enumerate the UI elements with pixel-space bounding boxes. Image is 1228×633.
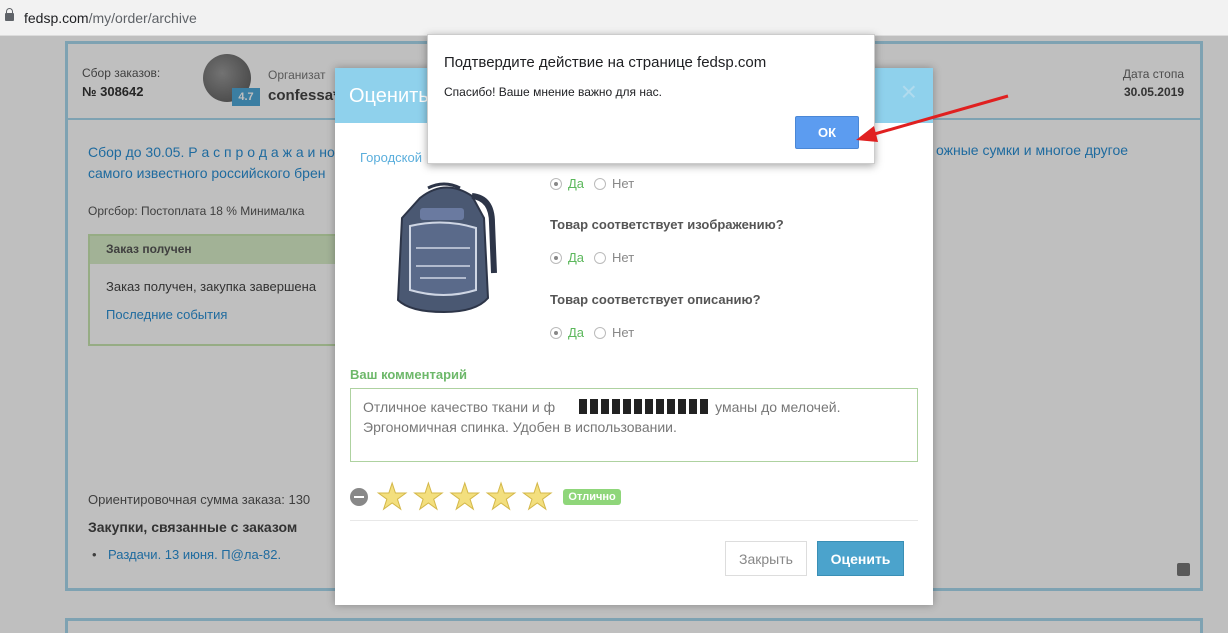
q3-yes-label: Да [568, 325, 585, 340]
radio-empty-icon [594, 251, 607, 264]
dialog-message: Спасибо! Ваше мнение важно для нас. [444, 85, 663, 99]
question-3: Товар соответствует описанию? Да Нет [550, 292, 761, 340]
redaction-mark [579, 399, 711, 414]
radio-checked-icon [550, 177, 562, 190]
dialog-title: Подтвердите действие на странице fedsp.c… [444, 54, 767, 71]
q2-no-label: Нет [612, 250, 635, 265]
star-icon[interactable]: ★ [484, 478, 517, 515]
rating-badge: Отлично [563, 489, 621, 505]
q2-no-radio[interactable]: Нет [594, 250, 634, 265]
url-domain: fedsp.com [24, 10, 89, 26]
annotation-arrow-icon [856, 94, 1009, 142]
comment-label: Ваш комментарий [350, 367, 468, 382]
browser-address-bar[interactable]: fedsp.com/my/order/archive [0, 0, 1228, 36]
question-3-text: Товар соответствует описанию? [550, 292, 761, 307]
comment-textarea[interactable]: Отличное качество ткани и ф уманы до мело… [350, 388, 918, 462]
url-path: /my/order/archive [88, 10, 197, 26]
close-button[interactable]: Закрыть [725, 541, 807, 576]
q1-yes-radio[interactable]: Да [550, 176, 584, 191]
radio-checked-icon [550, 326, 562, 339]
q1-yes-label: Да [568, 176, 585, 191]
comment-text-start: Отличное качество ткани и ф [363, 399, 556, 415]
star-icon[interactable]: ★ [521, 478, 554, 515]
q3-yes-radio[interactable]: Да [550, 325, 584, 340]
question-2: Товар соответствует изображению? Да Нет [550, 217, 784, 265]
q2-yes-label: Да [568, 250, 585, 265]
comment-text-end: уманы до мелочей. [715, 399, 841, 415]
comment-text-line2: Эргономичная спинка. Удобен в использова… [363, 419, 677, 435]
radio-checked-icon [550, 251, 562, 264]
q3-no-label: Нет [612, 325, 635, 340]
lock-icon[interactable] [5, 8, 14, 21]
question-1: Да Нет [550, 176, 634, 191]
radio-empty-icon [594, 177, 607, 190]
q1-no-radio[interactable]: Нет [594, 176, 634, 191]
confirm-dialog: Подтвердите действие на странице fedsp.c… [427, 34, 875, 164]
q1-no-label: Нет [612, 176, 635, 191]
q2-yes-radio[interactable]: Да [550, 250, 584, 265]
question-2-text: Товар соответствует изображению? [550, 217, 784, 232]
rate-button[interactable]: Оценить [817, 541, 904, 576]
star-icon[interactable]: ★ [375, 478, 408, 515]
modal-title: Оценить [349, 85, 429, 107]
q3-no-radio[interactable]: Нет [594, 325, 634, 340]
star-icon[interactable]: ★ [448, 478, 481, 515]
product-image [396, 182, 497, 314]
url-text[interactable]: fedsp.com/my/order/archive [24, 10, 197, 26]
star-icon[interactable]: ★ [412, 478, 445, 515]
clear-rating-icon[interactable] [350, 488, 368, 506]
radio-empty-icon [594, 326, 607, 339]
product-link[interactable]: Городской [360, 150, 422, 165]
rating-row: ★ ★ ★ ★ ★ Отлично [350, 478, 621, 515]
modal-divider [350, 520, 918, 521]
